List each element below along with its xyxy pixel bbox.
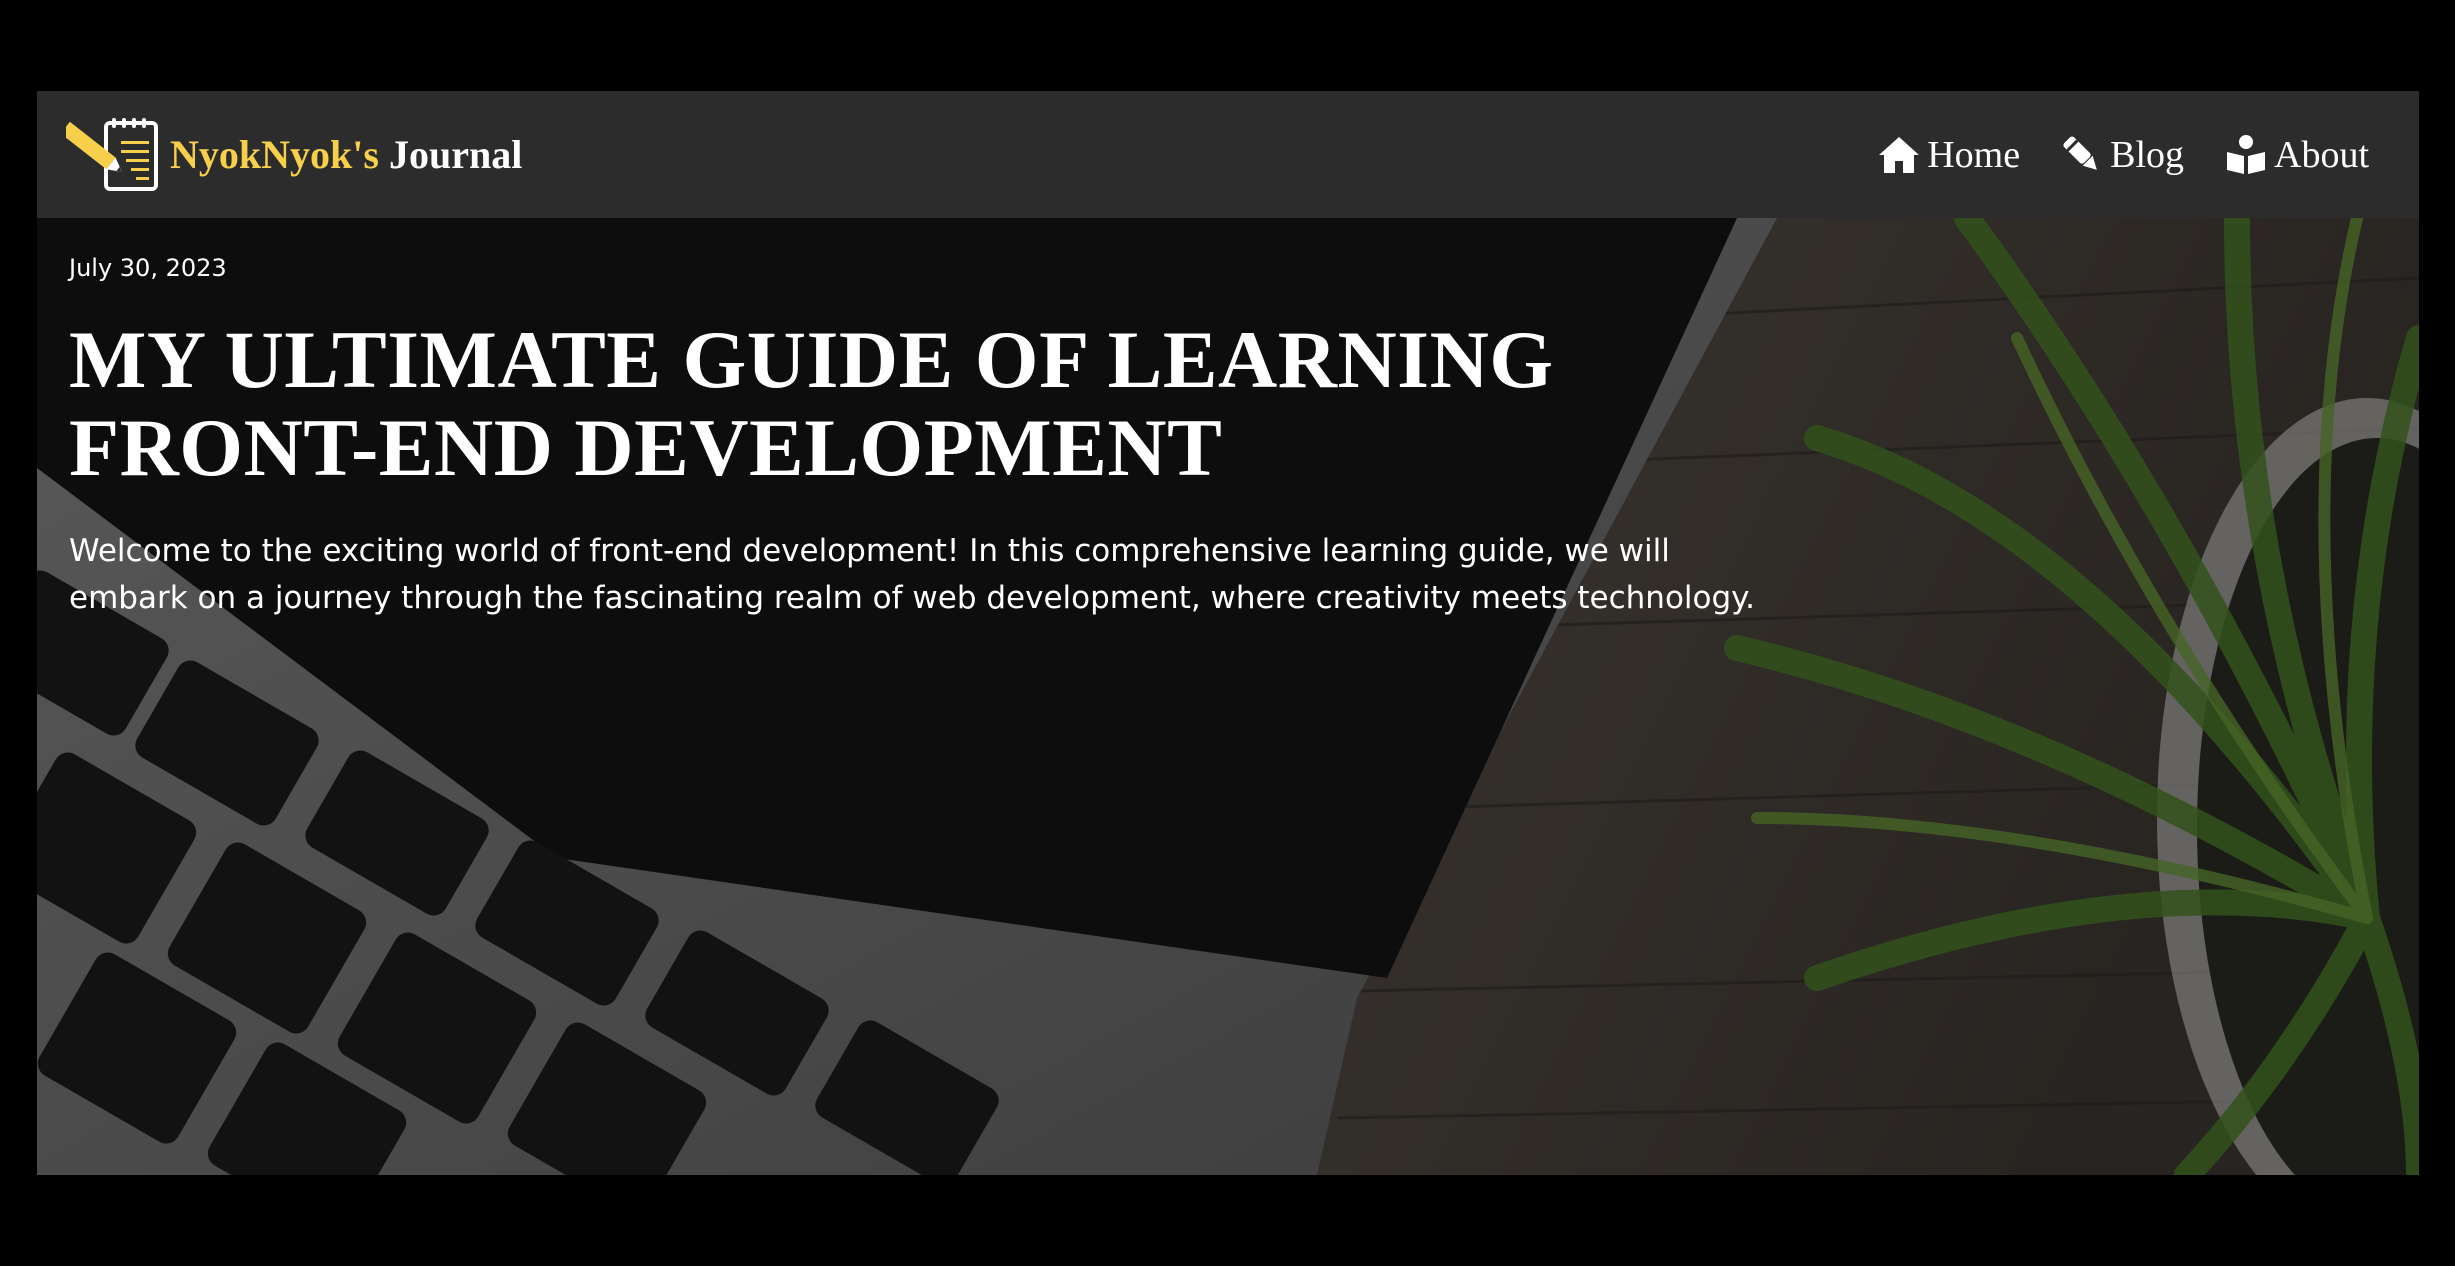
hero-section: July 30, 2023 MY ULTIMATE GUIDE OF LEARN…: [37, 218, 2419, 1175]
home-icon: [1879, 136, 1920, 173]
navbar: NyokNyok's Journal Home Blog About: [37, 91, 2419, 218]
brand[interactable]: NyokNyok's Journal: [66, 117, 522, 193]
nav-item-home[interactable]: Home: [1877, 133, 2020, 177]
page-frame: NyokNyok's Journal Home Blog About July …: [37, 91, 2419, 1175]
brand-name: NyokNyok's Journal: [170, 131, 522, 178]
nav-label-blog: Blog: [2110, 133, 2184, 176]
post-intro: Welcome to the exciting world of front-e…: [69, 533, 1755, 616]
notepad-pencil-icon: [66, 117, 158, 191]
main-nav: Home Blog About: [1877, 133, 2369, 177]
brand-name-second: Journal: [388, 132, 523, 177]
nav-label-home: Home: [1927, 133, 2021, 176]
nav-item-about[interactable]: About: [2224, 133, 2369, 177]
book-reader-icon: [2227, 134, 2265, 174]
brand-name-first: NyokNyok's: [170, 132, 379, 177]
post-date: July 30, 2023: [69, 254, 227, 282]
pen-icon: [2063, 135, 2097, 170]
nav-item-blog[interactable]: Blog: [2060, 133, 2184, 177]
nav-label-about: About: [2274, 133, 2369, 176]
post-title: MY ULTIMATE GUIDE OF LEARNING FRONT-END …: [69, 314, 1554, 493]
